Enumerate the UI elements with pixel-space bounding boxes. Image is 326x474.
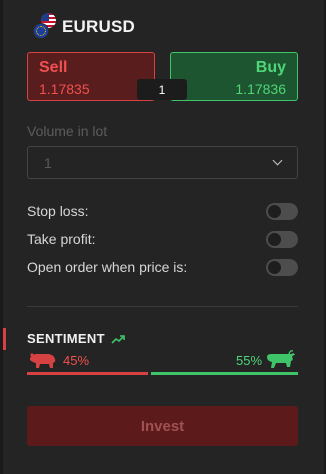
stop-loss-toggle[interactable] [266,202,298,220]
buy-button[interactable]: Buy 1.17836 [170,52,298,101]
sell-sentiment-bar [27,372,148,375]
invest-button[interactable]: Invest [27,406,298,446]
pending-order-toggle[interactable] [266,258,298,276]
sentiment-accent [3,328,6,350]
chevron-down-icon [272,155,283,166]
buy-sentiment-percent: 55% [236,353,263,368]
stop-loss-label: Stop loss: [27,203,89,219]
buy-price: 1.17836 [235,81,286,97]
volume-select[interactable]: 1 [27,146,298,179]
bull-icon [267,350,295,368]
stop-loss-row: Stop loss: [27,200,298,222]
panel-left-edge [0,0,3,474]
sell-price: 1.17835 [39,81,90,97]
toggle-knob [268,260,281,274]
trend-up-icon [111,334,125,344]
volume-label: Volume in lot [27,123,108,139]
take-profit-toggle[interactable] [266,230,298,248]
instrument-header[interactable]: EURUSD [31,13,135,40]
trade-panel: EURUSD Sell 1.17835 Buy 1.17836 1 Volume… [0,0,326,474]
buy-sentiment-bar [151,372,298,375]
eu-flag-icon [33,23,49,39]
section-divider [27,306,298,307]
sell-sentiment-percent: 45% [63,353,90,368]
take-profit-row: Take profit: [27,228,298,250]
buy-label: Buy [255,59,286,76]
currency-flags [31,13,58,40]
volume-value: 1 [44,154,52,171]
sentiment-header: SENTIMENT [27,331,126,346]
instrument-symbol: EURUSD [62,16,135,36]
take-profit-label: Take profit: [27,231,96,247]
pending-order-row: Open order when price is: [27,256,298,278]
toggle-knob [268,232,281,246]
sell-button[interactable]: Sell 1.17835 [27,52,155,101]
toggle-knob [268,204,281,218]
pending-order-label: Open order when price is: [27,259,188,275]
spread-badge: 1 [137,79,187,100]
sentiment-title: SENTIMENT [27,331,105,346]
bear-icon [30,353,56,368]
sell-label: Sell [39,59,68,76]
